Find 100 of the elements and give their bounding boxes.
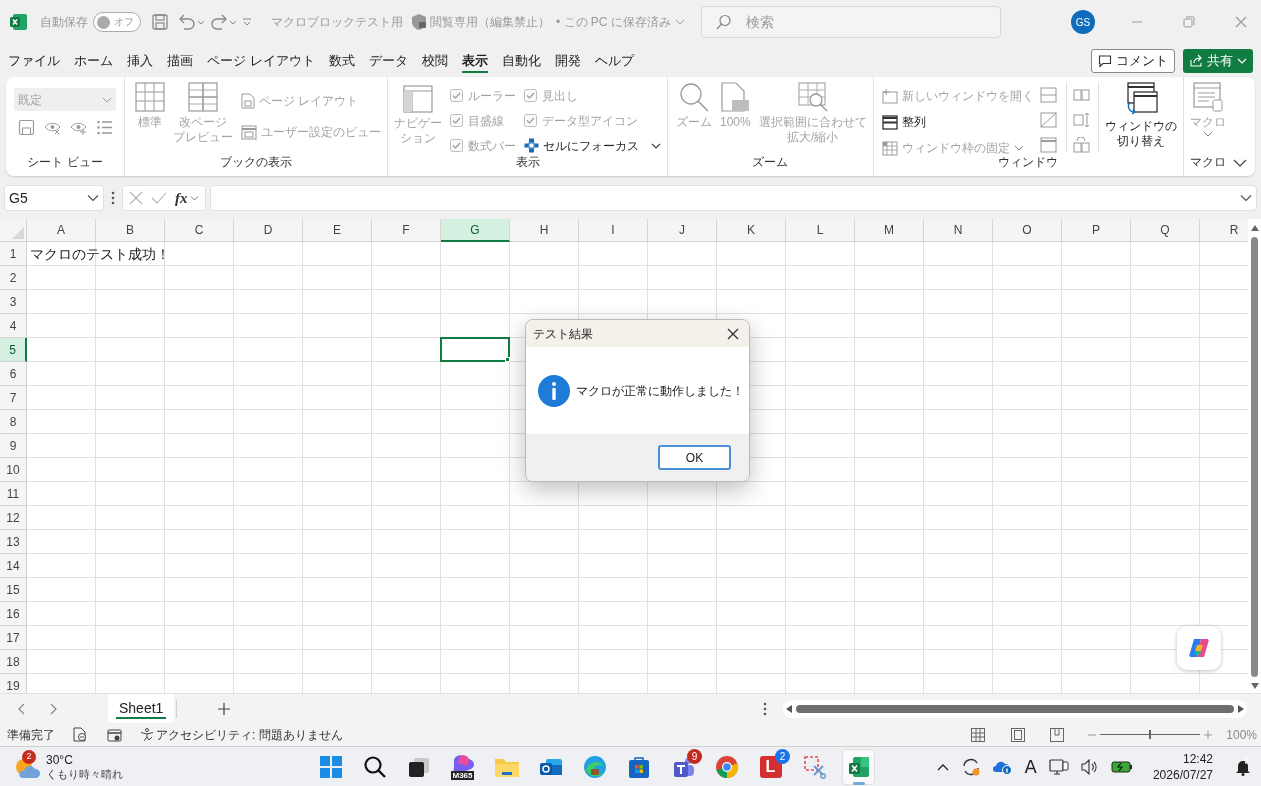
- ribbon-tab[interactable]: 表示: [455, 45, 494, 76]
- row-header[interactable]: 11: [0, 482, 27, 506]
- sync-scroll-icon[interactable]: [1072, 112, 1090, 128]
- column-header[interactable]: Q: [1131, 219, 1200, 242]
- scroll-right-icon[interactable]: [1238, 704, 1244, 713]
- chevron-down-icon[interactable]: [651, 141, 661, 150]
- ribbon-tab[interactable]: ホーム: [68, 45, 119, 76]
- network-icon[interactable]: [1048, 757, 1069, 776]
- column-header[interactable]: G: [441, 219, 510, 242]
- row-header[interactable]: 14: [0, 554, 27, 578]
- sheet-tab[interactable]: Sheet1: [108, 694, 175, 723]
- save-icon[interactable]: [18, 119, 35, 136]
- scroll-up-icon[interactable]: [1250, 225, 1259, 231]
- normal-view-icon[interactable]: [971, 727, 986, 742]
- ribbon-tab[interactable]: 描画: [161, 45, 199, 76]
- row-header[interactable]: 15: [0, 578, 27, 602]
- ribbon-tab[interactable]: 開発: [548, 45, 587, 76]
- row-header[interactable]: 6: [0, 362, 27, 386]
- column-header[interactable]: L: [786, 219, 855, 242]
- row-header[interactable]: 7: [0, 386, 27, 410]
- insert-function-button[interactable]: fx: [175, 186, 199, 210]
- formula-input[interactable]: [209, 185, 1257, 211]
- input-mode-indicator[interactable]: A: [1024, 753, 1037, 780]
- more-options-icon[interactable]: [111, 191, 115, 205]
- row-header[interactable]: 2: [0, 266, 27, 290]
- collapse-ribbon-icon[interactable]: [1233, 158, 1247, 168]
- ribbon-tab[interactable]: ファイル: [2, 45, 66, 76]
- column-header[interactable]: I: [579, 219, 648, 242]
- sync-icon[interactable]: [960, 756, 981, 777]
- taskbar-app-button[interactable]: L 2: [754, 748, 787, 785]
- close-icon[interactable]: [727, 327, 739, 340]
- row-header[interactable]: 10: [0, 458, 27, 482]
- accessibility-button[interactable]: アクセシビリティ: 問題ありません: [140, 725, 343, 744]
- row-header[interactable]: 3: [0, 290, 27, 314]
- row-header[interactable]: 12: [0, 506, 27, 530]
- clock[interactable]: 12:42 2026/07/27: [1152, 750, 1213, 783]
- row-header[interactable]: 16: [0, 602, 27, 626]
- copilot-button[interactable]: [1177, 626, 1221, 670]
- column-header[interactable]: P: [1062, 219, 1131, 242]
- chevron-left-icon[interactable]: [17, 702, 25, 715]
- cell-text[interactable]: マクロのテスト成功！: [27, 242, 172, 266]
- row-header[interactable]: 9: [0, 434, 27, 458]
- row-header[interactable]: 13: [0, 530, 27, 554]
- battery-charging-icon[interactable]: [1110, 759, 1133, 774]
- column-header[interactable]: D: [234, 219, 303, 242]
- column-header[interactable]: M: [855, 219, 924, 242]
- switch-windows-button[interactable]: ウィンドウの 切り替え: [1104, 82, 1177, 149]
- taskbar-app-button[interactable]: 9: [666, 748, 699, 785]
- chevron-right-icon[interactable]: [50, 702, 58, 715]
- row-header[interactable]: 18: [0, 650, 27, 674]
- arrange-all-button[interactable]: 整列: [881, 110, 1034, 134]
- chevron-up-icon[interactable]: [936, 762, 949, 771]
- active-cell[interactable]: [440, 337, 510, 362]
- workbook-stats-icon[interactable]: [107, 727, 122, 742]
- vertical-scrollbar-thumb[interactable]: [1251, 237, 1258, 677]
- unhide-window-icon[interactable]: [1039, 137, 1057, 153]
- scroll-left-icon[interactable]: [786, 704, 792, 713]
- name-box[interactable]: G5: [4, 185, 104, 211]
- save-icon[interactable]: [151, 13, 169, 31]
- page-break-view-icon[interactable]: [1050, 727, 1065, 742]
- column-header[interactable]: R: [1200, 219, 1248, 242]
- volume-icon[interactable]: [1080, 758, 1099, 775]
- taskbar-app-button[interactable]: M365: [446, 748, 479, 785]
- column-header[interactable]: K: [717, 219, 786, 242]
- cell-mode-icon[interactable]: [73, 727, 87, 742]
- more-options-icon[interactable]: [763, 701, 767, 716]
- ok-button[interactable]: OK: [658, 445, 731, 470]
- ribbon-tab[interactable]: ヘルプ: [588, 45, 640, 76]
- scroll-down-icon[interactable]: [1250, 683, 1259, 689]
- bell-snooze-icon[interactable]: [1235, 757, 1251, 776]
- column-header[interactable]: F: [372, 219, 441, 242]
- column-header[interactable]: C: [165, 219, 234, 242]
- column-header[interactable]: E: [303, 219, 372, 242]
- comment-button[interactable]: コメント: [1091, 48, 1175, 73]
- user-avatar[interactable]: GS: [1071, 10, 1095, 34]
- row-header[interactable]: 8: [0, 410, 27, 434]
- row-header[interactable]: 1: [0, 242, 27, 266]
- customize-icon[interactable]: [241, 16, 253, 28]
- horizontal-scrollbar-thumb[interactable]: [796, 704, 1234, 713]
- page-layout-view-icon[interactable]: [1011, 727, 1026, 742]
- column-header[interactable]: H: [510, 219, 579, 242]
- row-header[interactable]: 17: [0, 626, 27, 650]
- row-header[interactable]: 5: [0, 338, 27, 362]
- ribbon-tab[interactable]: データ: [362, 45, 414, 76]
- row-header[interactable]: 19: [0, 674, 27, 693]
- expand-formula-icon[interactable]: [1240, 194, 1252, 202]
- add-sheet-icon[interactable]: [218, 702, 231, 715]
- ribbon-tab[interactable]: 挿入: [121, 45, 159, 76]
- column-header[interactable]: B: [96, 219, 165, 242]
- ribbon-tab[interactable]: ページ レイアウト: [201, 45, 321, 76]
- column-header[interactable]: N: [924, 219, 993, 242]
- redo-icon[interactable]: [209, 13, 237, 31]
- list-icon[interactable]: [96, 119, 113, 136]
- ribbon-tab[interactable]: 校閲: [415, 45, 454, 76]
- ribbon-tab[interactable]: 数式: [322, 45, 361, 76]
- zoom-slider-thumb[interactable]: [1149, 730, 1152, 739]
- column-header[interactable]: A: [27, 219, 96, 242]
- column-header[interactable]: J: [648, 219, 717, 242]
- column-header[interactable]: O: [993, 219, 1062, 242]
- undo-icon[interactable]: [177, 13, 205, 31]
